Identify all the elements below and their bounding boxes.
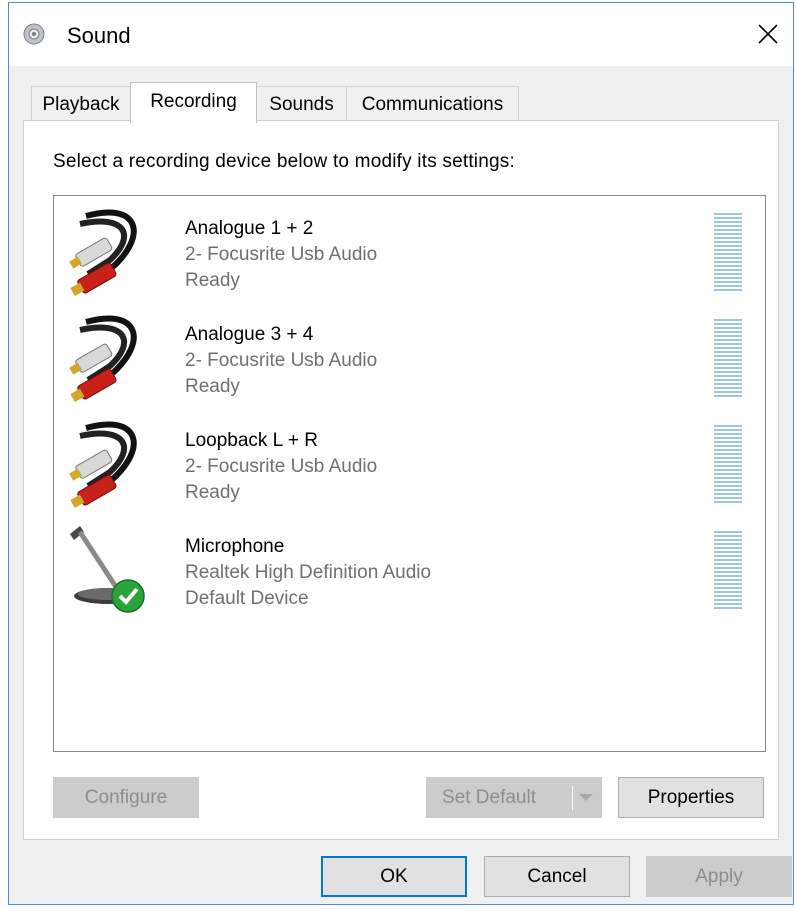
chevron-down-icon[interactable] bbox=[578, 793, 594, 803]
recording-panel: Select a recording device below to modif… bbox=[23, 120, 779, 840]
close-icon bbox=[758, 24, 778, 44]
configure-button[interactable]: Configure bbox=[53, 777, 199, 818]
rca-cable-icon bbox=[69, 209, 137, 296]
level-meter bbox=[714, 213, 742, 291]
device-driver: Realtek High Definition Audio bbox=[185, 562, 432, 583]
tab-communications[interactable]: Communications bbox=[346, 86, 519, 122]
tab-playback[interactable]: Playback bbox=[31, 86, 131, 122]
set-default-label: Set Default bbox=[442, 787, 536, 808]
tab-recording[interactable]: Recording bbox=[130, 82, 257, 123]
device-list[interactable]: Analogue 1 + 2 2- Focusrite Usb Audio Re… bbox=[53, 195, 766, 752]
device-name: Analogue 1 + 2 bbox=[185, 218, 314, 239]
title-bar: Sound bbox=[9, 3, 793, 66]
rca-cable-icon bbox=[69, 421, 137, 508]
device-name: Loopback L + R bbox=[185, 430, 318, 451]
device-name: Analogue 3 + 4 bbox=[185, 324, 314, 345]
device-driver: 2- Focusrite Usb Audio bbox=[185, 244, 378, 265]
device-item[interactable]: Microphone Realtek High Definition Audio… bbox=[54, 514, 765, 618]
device-item[interactable]: Analogue 1 + 2 2- Focusrite Usb Audio Re… bbox=[54, 196, 765, 300]
device-name: Microphone bbox=[185, 536, 285, 557]
device-driver: 2- Focusrite Usb Audio bbox=[185, 456, 378, 477]
window-title: Sound bbox=[67, 23, 131, 48]
speaker-app-icon bbox=[23, 23, 45, 45]
rca-cable-icon bbox=[69, 315, 137, 402]
device-driver: 2- Focusrite Usb Audio bbox=[185, 350, 378, 371]
split-divider bbox=[572, 786, 573, 810]
device-item[interactable]: Loopback L + R 2- Focusrite Usb Audio Re… bbox=[54, 408, 765, 512]
device-status: Ready bbox=[185, 270, 240, 291]
level-meter bbox=[714, 425, 742, 503]
instruction-text: Select a recording device below to modif… bbox=[53, 151, 515, 172]
sound-dialog: Sound Playback Recording Sounds Communic… bbox=[8, 2, 794, 905]
close-button[interactable] bbox=[743, 9, 793, 59]
set-default-button[interactable]: Set Default bbox=[426, 777, 602, 818]
microphone-default-icon bbox=[70, 526, 145, 613]
tab-sounds[interactable]: Sounds bbox=[256, 86, 347, 122]
device-item[interactable]: Analogue 3 + 4 2- Focusrite Usb Audio Re… bbox=[54, 302, 765, 406]
device-status: Default Device bbox=[185, 588, 309, 609]
device-status: Ready bbox=[185, 482, 240, 503]
level-meter bbox=[714, 319, 742, 397]
ok-button[interactable]: OK bbox=[321, 856, 467, 897]
apply-button[interactable]: Apply bbox=[646, 856, 792, 897]
properties-button[interactable]: Properties bbox=[618, 777, 764, 818]
level-meter bbox=[714, 531, 742, 609]
device-status: Ready bbox=[185, 376, 240, 397]
cancel-button[interactable]: Cancel bbox=[484, 856, 630, 897]
